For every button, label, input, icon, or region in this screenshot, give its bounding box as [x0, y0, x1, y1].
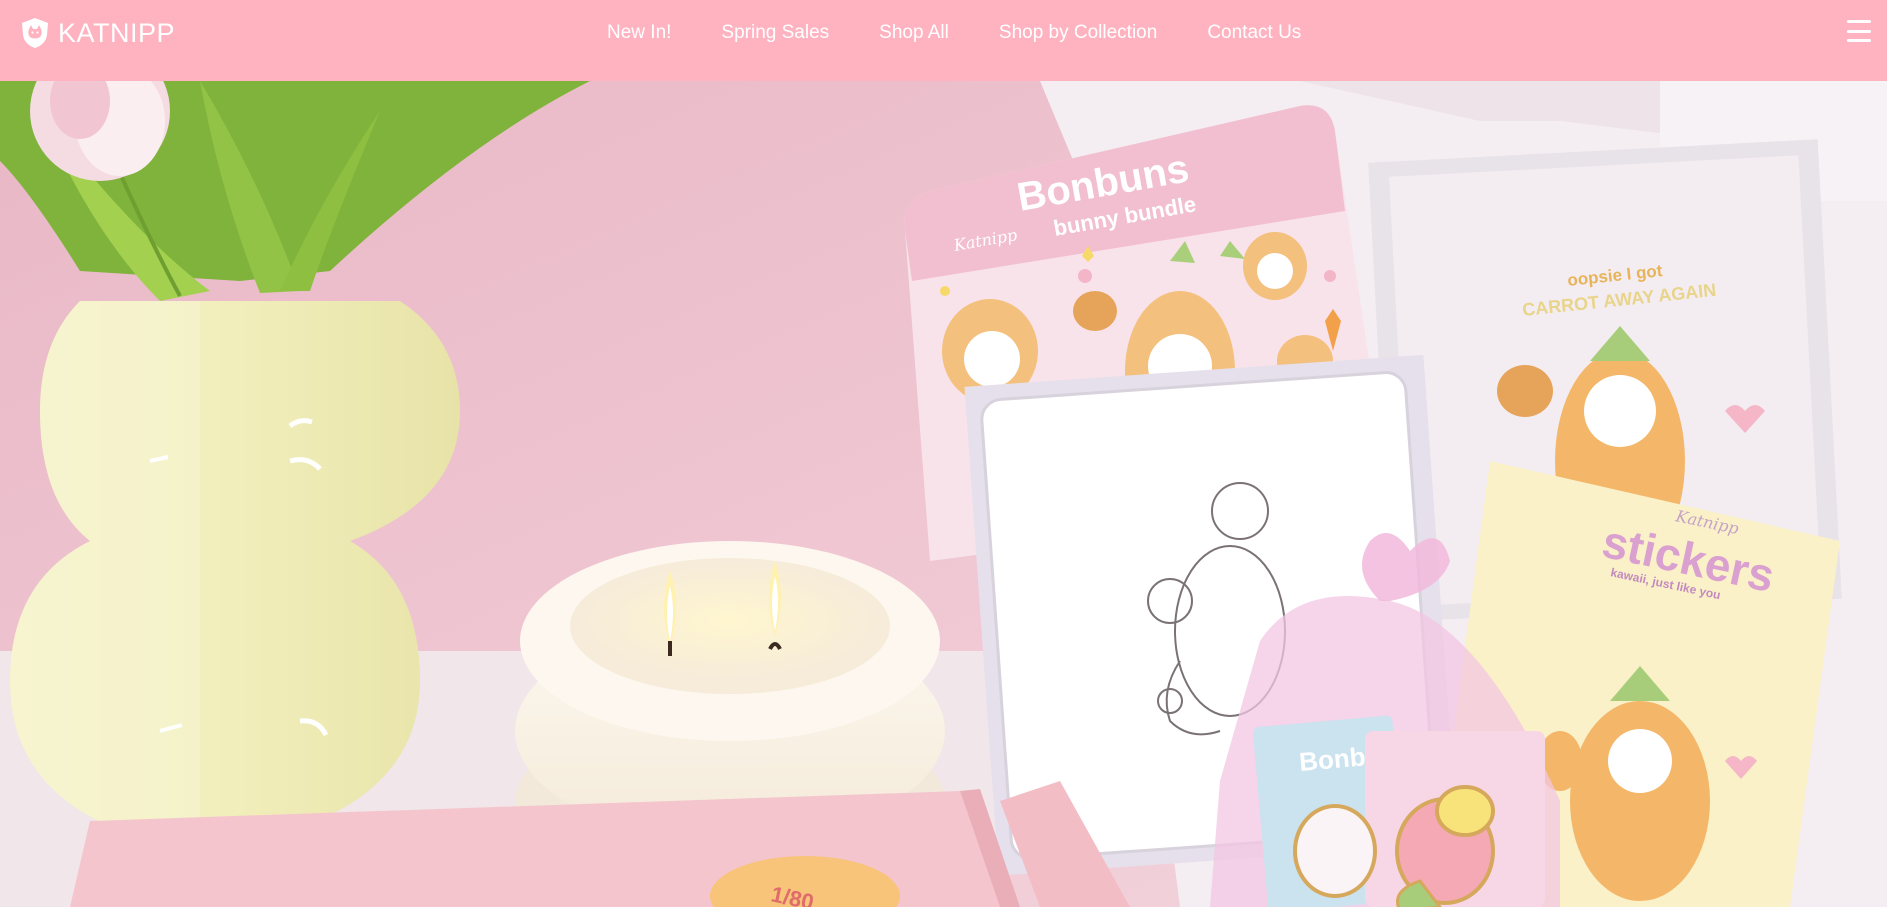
nav-spring-sales[interactable]: Spring Sales: [721, 22, 829, 44]
shield-cat-icon: [20, 17, 50, 49]
hero-banner: Bonbuns bunny bundle Katnipp oopsie I go: [0, 81, 1887, 907]
top-navbar: KATNIPP New In! Spring Sales Shop All Sh…: [0, 0, 1887, 81]
nav-contact-us[interactable]: Contact Us: [1207, 22, 1301, 44]
brand-name: KATNIPP: [58, 17, 176, 48]
brand-logo-link[interactable]: KATNIPP: [20, 0, 175, 66]
nav-new-in[interactable]: New In!: [607, 22, 671, 44]
nav-shop-by-collection[interactable]: Shop by Collection: [999, 22, 1157, 44]
nav-shop-all[interactable]: Shop All: [879, 22, 949, 44]
hero-product-photo: Bonbuns bunny bundle Katnipp oopsie I go: [0, 81, 1887, 907]
hamburger-menu-icon[interactable]: [1847, 20, 1871, 42]
main-nav: New In! Spring Sales Shop All Shop by Co…: [607, 0, 1301, 66]
